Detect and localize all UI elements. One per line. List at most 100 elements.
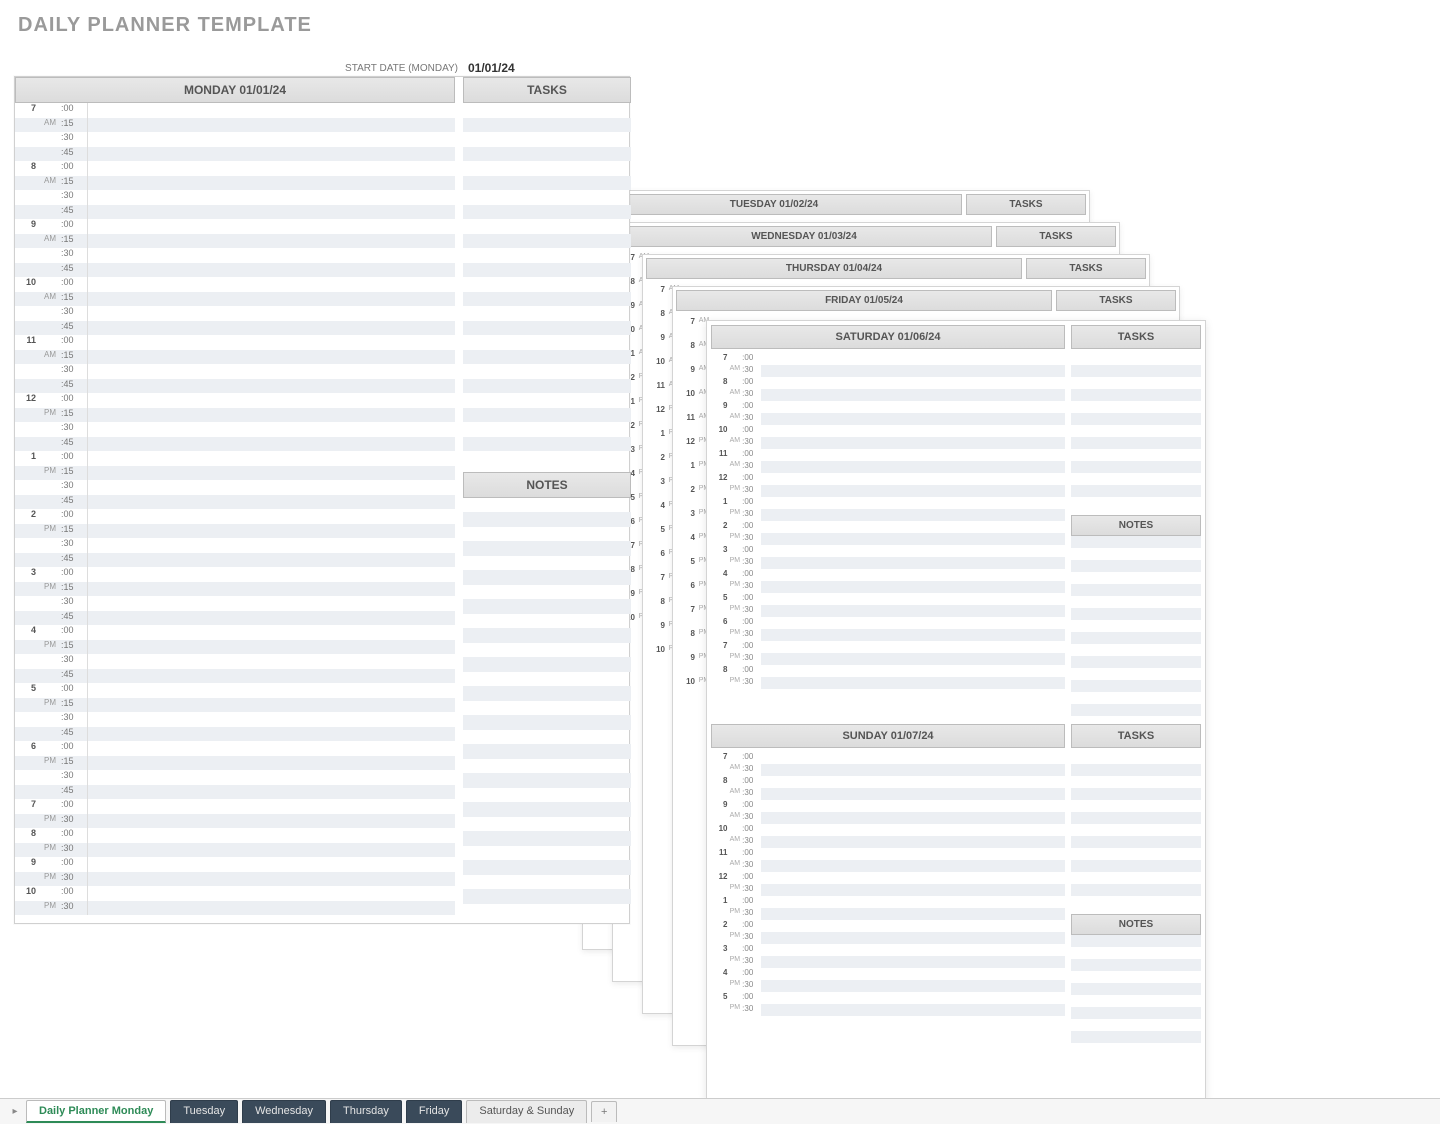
start-date-value[interactable]: 01/01/24 bbox=[468, 61, 515, 75]
task-row[interactable] bbox=[1071, 425, 1201, 437]
notes-row[interactable] bbox=[463, 498, 631, 513]
time-row[interactable] bbox=[761, 653, 1065, 665]
time-row[interactable]: :45 bbox=[15, 727, 455, 742]
time-row[interactable]: :30 bbox=[15, 596, 455, 611]
time-row[interactable] bbox=[761, 944, 1065, 956]
time-row[interactable] bbox=[761, 413, 1065, 425]
task-row[interactable] bbox=[463, 437, 631, 452]
task-row[interactable] bbox=[1071, 1007, 1201, 1019]
task-row[interactable] bbox=[463, 190, 631, 205]
time-row[interactable] bbox=[761, 677, 1065, 689]
task-row[interactable] bbox=[1071, 644, 1201, 656]
time-row[interactable] bbox=[761, 812, 1065, 824]
time-row[interactable] bbox=[761, 389, 1065, 401]
notes-row[interactable] bbox=[463, 773, 631, 788]
time-row[interactable] bbox=[761, 872, 1065, 884]
time-row[interactable] bbox=[761, 593, 1065, 605]
time-row[interactable]: 9:00 bbox=[15, 857, 455, 872]
time-row[interactable]: :45 bbox=[15, 785, 455, 800]
time-row[interactable]: PM:15 bbox=[15, 756, 455, 771]
task-row[interactable] bbox=[1071, 365, 1201, 377]
task-row[interactable] bbox=[1071, 1019, 1201, 1031]
task-row[interactable] bbox=[463, 379, 631, 394]
notes-row[interactable] bbox=[463, 657, 631, 672]
time-row[interactable]: 2:00 bbox=[15, 509, 455, 524]
task-row[interactable] bbox=[1071, 536, 1201, 548]
task-row[interactable] bbox=[463, 263, 631, 278]
task-row[interactable] bbox=[1071, 824, 1201, 836]
time-row[interactable]: 10:00 bbox=[15, 277, 455, 292]
time-row[interactable] bbox=[761, 824, 1065, 836]
time-row[interactable] bbox=[761, 848, 1065, 860]
time-row[interactable] bbox=[761, 365, 1065, 377]
task-row[interactable] bbox=[1071, 389, 1201, 401]
task-row[interactable] bbox=[1071, 704, 1201, 716]
time-row[interactable]: :30 bbox=[15, 248, 455, 263]
time-row[interactable]: 6:00 bbox=[15, 741, 455, 756]
sheet-tab[interactable]: Tuesday bbox=[170, 1100, 238, 1123]
time-row[interactable]: AM:15 bbox=[15, 234, 455, 249]
time-row[interactable]: :30 bbox=[15, 422, 455, 437]
task-row[interactable] bbox=[1071, 872, 1201, 884]
time-row[interactable]: 7:00 bbox=[15, 103, 455, 118]
task-row[interactable] bbox=[1071, 461, 1201, 473]
task-row[interactable] bbox=[1071, 935, 1201, 947]
time-row[interactable]: 7:00 bbox=[15, 799, 455, 814]
time-row[interactable]: :45 bbox=[15, 553, 455, 568]
sheet-tab[interactable]: Saturday & Sunday bbox=[466, 1100, 587, 1123]
time-row[interactable]: PM:30 bbox=[15, 872, 455, 887]
time-row[interactable] bbox=[761, 764, 1065, 776]
task-row[interactable] bbox=[463, 277, 631, 292]
task-row[interactable] bbox=[463, 350, 631, 365]
time-row[interactable] bbox=[761, 968, 1065, 980]
time-row[interactable] bbox=[761, 353, 1065, 365]
task-row[interactable] bbox=[1071, 608, 1201, 620]
time-row[interactable]: :30 bbox=[15, 480, 455, 495]
sheet-tab[interactable]: Friday bbox=[406, 1100, 463, 1123]
time-row[interactable] bbox=[761, 932, 1065, 944]
time-row[interactable] bbox=[761, 896, 1065, 908]
task-row[interactable] bbox=[1071, 788, 1201, 800]
task-row[interactable] bbox=[1071, 668, 1201, 680]
time-row[interactable]: :30 bbox=[15, 132, 455, 147]
task-row[interactable] bbox=[463, 306, 631, 321]
task-row[interactable] bbox=[463, 335, 631, 350]
task-row[interactable] bbox=[1071, 836, 1201, 848]
sheet-tab[interactable]: Daily Planner Monday bbox=[26, 1100, 166, 1123]
time-row[interactable]: PM:30 bbox=[15, 901, 455, 916]
time-row[interactable] bbox=[761, 437, 1065, 449]
time-row[interactable] bbox=[761, 605, 1065, 617]
task-row[interactable] bbox=[463, 161, 631, 176]
time-row[interactable]: 5:00 bbox=[15, 683, 455, 698]
time-row[interactable]: :45 bbox=[15, 321, 455, 336]
time-row[interactable] bbox=[761, 800, 1065, 812]
task-row[interactable] bbox=[1071, 353, 1201, 365]
time-row[interactable]: 11:00 bbox=[15, 335, 455, 350]
time-row[interactable] bbox=[761, 884, 1065, 896]
task-row[interactable] bbox=[1071, 413, 1201, 425]
time-row[interactable]: PM:30 bbox=[15, 814, 455, 829]
time-row[interactable]: :30 bbox=[15, 190, 455, 205]
task-row[interactable] bbox=[1071, 548, 1201, 560]
time-row[interactable]: AM:15 bbox=[15, 118, 455, 133]
notes-row[interactable] bbox=[463, 686, 631, 701]
time-row[interactable]: AM:15 bbox=[15, 176, 455, 191]
time-row[interactable] bbox=[761, 617, 1065, 629]
time-row[interactable] bbox=[761, 485, 1065, 497]
time-row[interactable]: :30 bbox=[15, 364, 455, 379]
task-row[interactable] bbox=[1071, 764, 1201, 776]
time-row[interactable] bbox=[761, 521, 1065, 533]
task-row[interactable] bbox=[1071, 632, 1201, 644]
task-row[interactable] bbox=[1071, 680, 1201, 692]
sheet-tab[interactable]: Wednesday bbox=[242, 1100, 326, 1123]
time-row[interactable]: 1:00 bbox=[15, 451, 455, 466]
time-row[interactable] bbox=[761, 992, 1065, 1004]
task-row[interactable] bbox=[1071, 860, 1201, 872]
time-row[interactable] bbox=[761, 569, 1065, 581]
task-row[interactable] bbox=[1071, 959, 1201, 971]
notes-row[interactable] bbox=[463, 788, 631, 803]
task-row[interactable] bbox=[463, 147, 631, 162]
task-row[interactable] bbox=[1071, 947, 1201, 959]
task-row[interactable] bbox=[1071, 596, 1201, 608]
time-row[interactable]: AM:15 bbox=[15, 350, 455, 365]
